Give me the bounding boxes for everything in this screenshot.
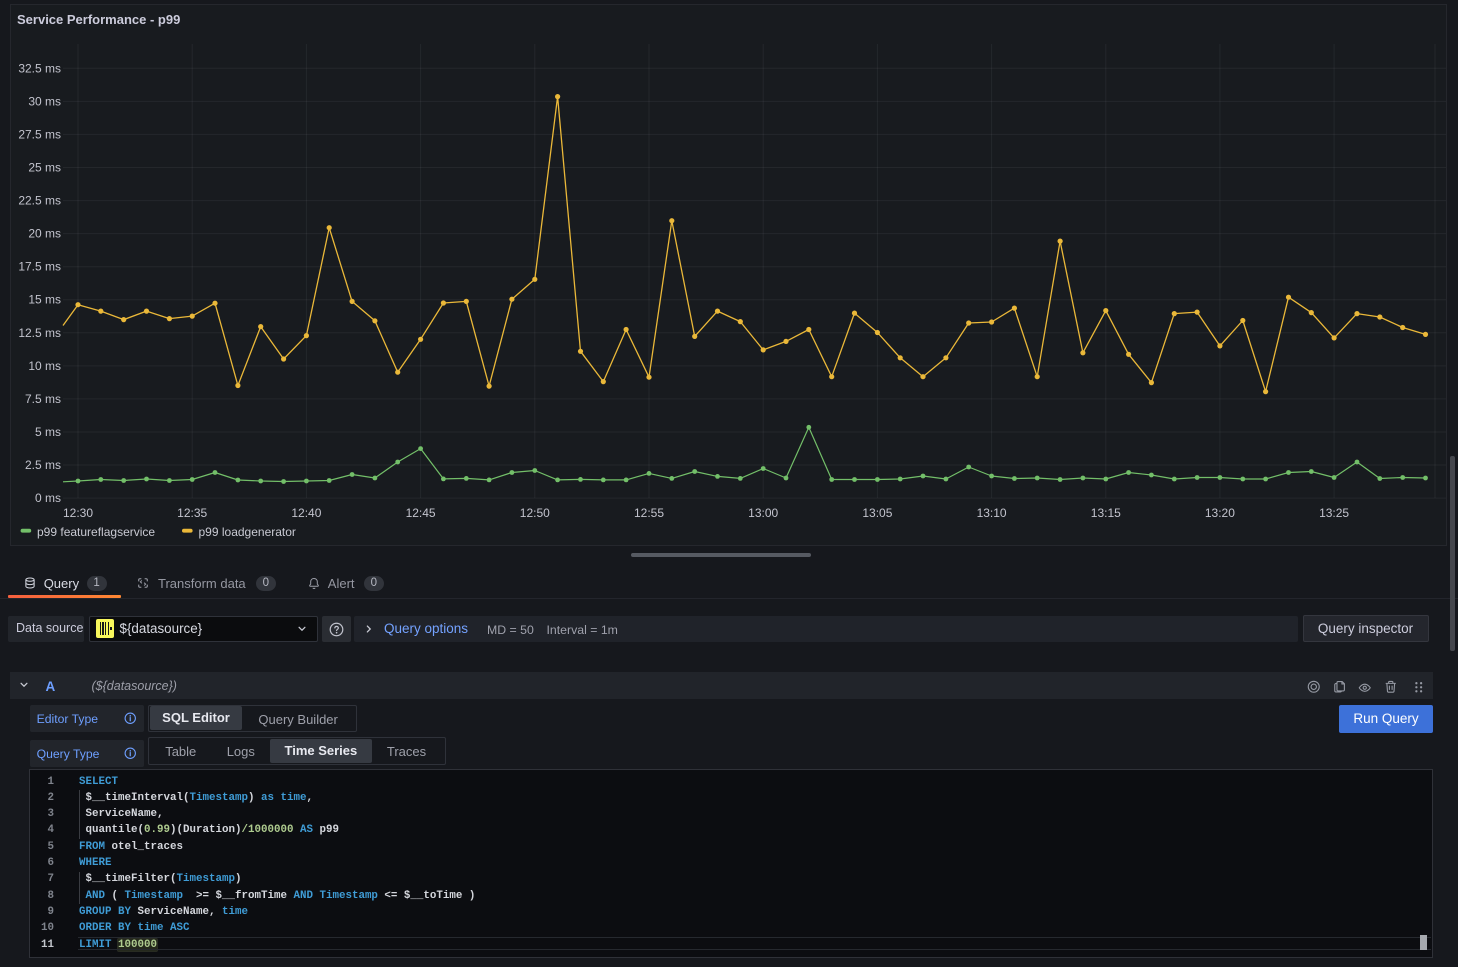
- svg-text:12:50: 12:50: [520, 506, 550, 520]
- svg-text:13:05: 13:05: [862, 506, 892, 520]
- svg-text:12:35: 12:35: [177, 506, 207, 520]
- svg-text:12.5 ms: 12.5 ms: [18, 326, 61, 340]
- svg-text:13:15: 13:15: [1091, 506, 1121, 520]
- svg-text:12:55: 12:55: [634, 506, 664, 520]
- svg-text:15 ms: 15 ms: [28, 293, 61, 307]
- svg-text:2.5 ms: 2.5 ms: [25, 458, 61, 472]
- svg-text:17.5 ms: 17.5 ms: [18, 260, 61, 274]
- svg-text:22.5 ms: 22.5 ms: [18, 194, 61, 208]
- svg-text:30 ms: 30 ms: [28, 94, 61, 108]
- svg-text:p99 loadgenerator: p99 loadgenerator: [199, 525, 296, 539]
- svg-text:5 ms: 5 ms: [35, 425, 61, 439]
- svg-text:20 ms: 20 ms: [28, 227, 61, 241]
- svg-text:25 ms: 25 ms: [28, 161, 61, 175]
- svg-text:0 ms: 0 ms: [35, 491, 61, 505]
- svg-text:27.5 ms: 27.5 ms: [18, 127, 61, 141]
- svg-text:7.5 ms: 7.5 ms: [25, 392, 61, 406]
- svg-text:p99 featureflagservice: p99 featureflagservice: [37, 525, 155, 539]
- svg-text:32.5 ms: 32.5 ms: [18, 61, 61, 75]
- svg-text:10 ms: 10 ms: [28, 359, 61, 373]
- svg-text:13:00: 13:00: [748, 506, 778, 520]
- svg-text:12:40: 12:40: [291, 506, 321, 520]
- svg-text:12:30: 12:30: [63, 506, 93, 520]
- svg-text:13:20: 13:20: [1205, 506, 1235, 520]
- svg-text:13:10: 13:10: [977, 506, 1007, 520]
- svg-text:12:45: 12:45: [406, 506, 436, 520]
- svg-text:13:25: 13:25: [1319, 506, 1349, 520]
